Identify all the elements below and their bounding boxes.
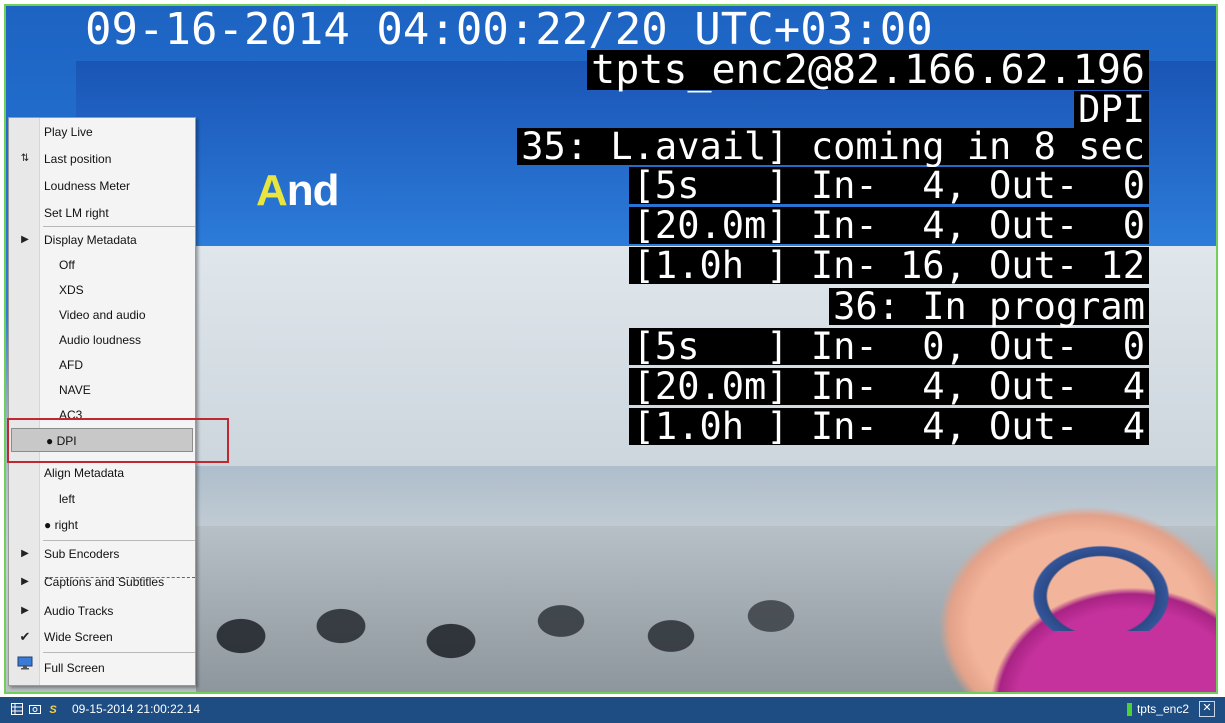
menu-item-label: Audio Tracks (44, 604, 114, 618)
overlay-event36-row: [5s ] In- 0, Out- 0 (628, 328, 1149, 365)
submenu-arrow-icon: ▶ (21, 576, 29, 587)
menu-item-metadata-off[interactable]: Off (9, 253, 195, 277)
menu-item-last-position[interactable]: ⇅ Last position (9, 147, 195, 171)
menu-item-align-metadata[interactable]: Align Metadata (9, 461, 195, 485)
status-bar-encoder[interactable]: tpts_enc2 (1126, 702, 1189, 717)
menu-item-metadata-afd[interactable]: AFD (9, 353, 195, 377)
close-icon[interactable]: ✕ (1199, 701, 1215, 717)
grid-icon[interactable] (10, 702, 24, 717)
overlay-event36-header: 36: In program (829, 288, 1149, 325)
menu-item-full-screen[interactable]: Full Screen (9, 656, 195, 680)
menu-item-label: Video and audio (59, 308, 146, 322)
encoder-name: tpts_enc2 (1136, 702, 1189, 716)
overlay-event35-header: 35: L.avail] coming in 8 sec (517, 128, 1149, 165)
submenu-arrow-icon: ▶ (21, 548, 29, 559)
overlay-event36-row: [20.0m] In- 4, Out- 4 (628, 368, 1149, 405)
menu-item-captions-subtitles[interactable]: ▶ Captions and Subtitles (9, 570, 195, 594)
submenu-arrow-icon: ▶ (21, 234, 29, 245)
menu-item-wide-screen[interactable]: ✔ Wide Screen (9, 625, 195, 649)
menu-item-label: Sub Encoders (44, 547, 120, 561)
overlay-event35-row: [1.0h ] In- 16, Out- 12 (628, 247, 1149, 284)
menu-item-audio-tracks[interactable]: ▶ Audio Tracks (9, 599, 195, 623)
menu-item-label: AFD (59, 358, 83, 372)
menu-separator (43, 652, 195, 653)
menu-item-loudness-meter[interactable]: Loudness Meter (9, 174, 195, 198)
menu-item-label: NAVE (59, 383, 91, 397)
submenu-arrow-icon: ▶ (21, 605, 29, 616)
menu-item-label: Off (59, 258, 75, 272)
checkmark-icon: ✔ (19, 629, 31, 644)
overlay-datetime: 09-16-2014 04:00:22/20 UTC+03:00 (85, 4, 933, 55)
menu-item-align-left[interactable]: left (9, 487, 195, 511)
context-menu: Play Live ⇅ Last position Loudness Meter … (8, 117, 196, 686)
overlay-event35-row: [20.0m] In- 4, Out- 0 (628, 207, 1149, 244)
video-logo-text: And (256, 166, 340, 215)
encoder-status-indicator (1126, 703, 1132, 717)
overlay-event35-row: [5s ] In- 4, Out- 0 (628, 167, 1149, 204)
overlay-mode: DPI (1074, 91, 1149, 128)
menu-item-label: Set LM right (44, 206, 109, 220)
menu-item-label: Full Screen (44, 661, 105, 675)
menu-item-metadata-nave[interactable]: NAVE (9, 378, 195, 402)
video-person-strap (1011, 521, 1181, 631)
menu-item-label: Loudness Meter (44, 179, 131, 193)
menu-item-label: Last position (44, 152, 112, 166)
menu-item-label: Wide Screen (44, 630, 113, 644)
menu-item-metadata-video-audio[interactable]: Video and audio (9, 303, 195, 327)
status-bar: S 09-15-2014 21:00:22.14 tpts_enc2 ✕ (0, 697, 1225, 723)
menu-item-label: Audio loudness (59, 333, 142, 347)
menu-item-metadata-xds[interactable]: XDS (9, 278, 195, 302)
s-logo-icon[interactable]: S (46, 703, 60, 717)
menu-item-sub-encoders[interactable]: ▶ Sub Encoders (9, 542, 195, 566)
selection-highlight-box (7, 418, 229, 463)
menu-separator (43, 226, 195, 227)
video-dumbbells (201, 566, 821, 691)
menu-item-set-lm-right[interactable]: Set LM right (9, 201, 195, 225)
overlay-event36-row: [1.0h ] In- 4, Out- 4 (628, 408, 1149, 445)
sort-arrows-icon: ⇅ (20, 153, 30, 164)
menu-item-align-right[interactable]: ● right (9, 513, 195, 537)
screenshot-icon[interactable] (28, 703, 42, 717)
menu-item-play-live[interactable]: Play Live (9, 120, 195, 144)
menu-item-label: Play Live (44, 125, 93, 139)
menu-separator (43, 540, 195, 541)
menu-item-label: left (59, 492, 76, 506)
status-bar-icons: S (10, 702, 64, 718)
menu-item-metadata-audio-loudness[interactable]: Audio loudness (9, 328, 195, 352)
menu-item-label: Display Metadata (44, 233, 137, 247)
menu-item-label: XDS (59, 283, 84, 297)
status-bar-timestamp: 09-15-2014 21:00:22.14 (72, 702, 201, 716)
monitor-icon (17, 656, 33, 680)
overlay-encoder: tpts_enc2@82.166.62.196 (587, 50, 1149, 90)
menu-item-label: Align Metadata (44, 466, 125, 480)
menu-item-display-metadata[interactable]: ▶ Display Metadata (9, 228, 195, 252)
menu-item-label: ● right (44, 518, 78, 532)
menu-item-label: Captions and Subtitles (44, 575, 165, 589)
